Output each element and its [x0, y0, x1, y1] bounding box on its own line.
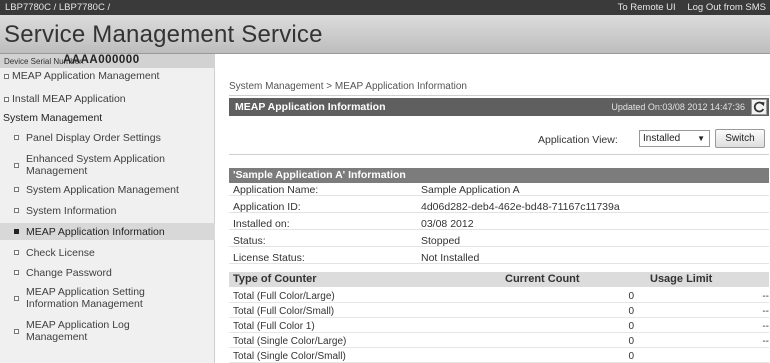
column-header-type: Type of Counter	[233, 273, 317, 285]
sidebar-item-label: System Information	[26, 205, 117, 217]
bullet-icon	[4, 97, 9, 102]
bullet-icon	[14, 135, 19, 140]
counter-name: Total (Single Color/Large)	[233, 336, 347, 347]
counter-count: 0	[628, 306, 634, 317]
main-content: System Management > MEAP Application Inf…	[215, 68, 770, 363]
sidebar-item-meap-app-information[interactable]: MEAP Application Information	[0, 223, 215, 240]
title-band: Service Management Service	[0, 15, 770, 54]
switch-button[interactable]: Switch	[715, 129, 765, 148]
serial-bar: Device Serial Number: AAAA000000	[0, 54, 215, 68]
info-value: 4d06d282-deb4-462e-bd48-71167c11739a	[421, 201, 620, 213]
top-bar: LBP7780C / LBP7780C / To Remote UI Log O…	[0, 0, 770, 15]
sidebar-item-label: Enhanced System Application Management	[26, 153, 165, 177]
bullet-icon	[14, 329, 19, 334]
counter-name: Total (Full Color/Large)	[233, 291, 335, 302]
sidebar-item-system-information[interactable]: System Information	[0, 204, 215, 218]
info-value: Sample Application A	[421, 184, 520, 196]
device-path: LBP7780C / LBP7780C /	[5, 2, 111, 13]
sidebar-item-label: MEAP Application Management	[12, 70, 160, 82]
info-header: 'Sample Application A' Information	[229, 168, 769, 183]
bullet-icon	[4, 74, 9, 79]
sidebar-item-label: Change Password	[26, 267, 112, 279]
sidebar-item-panel-display[interactable]: Panel Display Order Settings	[0, 131, 215, 145]
bullet-icon	[14, 250, 19, 255]
bullet-icon	[14, 208, 19, 213]
info-title: 'Sample Application A' Information	[233, 169, 406, 181]
updated-timestamp: Updated On:03/08 2012 14:47:36	[611, 102, 745, 112]
sidebar-item-check-license[interactable]: Check License	[0, 246, 215, 260]
sidebar-item-enhanced-system-app[interactable]: Enhanced System Application Management	[0, 152, 215, 178]
bullet-icon	[14, 187, 19, 192]
section-title: MEAP Application Information	[235, 101, 386, 113]
info-row: License Status: Not Installed	[229, 252, 769, 264]
sidebar-item-label: Check License	[26, 247, 95, 259]
counter-table-header: Type of Counter Current Count Usage Limi…	[229, 272, 769, 287]
sidebar-item-system-app-management[interactable]: System Application Management	[0, 183, 215, 197]
counter-limit: --	[762, 321, 769, 332]
sidebar-item-label: MEAP Application Setting Information Man…	[26, 286, 145, 310]
sidebar-section-system-management: System Management	[3, 112, 103, 124]
counter-count: 0	[628, 321, 634, 332]
application-view-label: Application View:	[538, 134, 618, 146]
counter-name: Total (Single Color/Small)	[233, 351, 346, 362]
counter-count: 0	[628, 291, 634, 302]
column-header-limit: Usage Limit	[650, 273, 713, 285]
sidebar-item-label: System Application Management	[26, 184, 179, 196]
counter-limit: --	[762, 336, 769, 347]
counter-limit: --	[762, 291, 769, 302]
counter-count: 0	[628, 336, 634, 347]
sidebar-item-label: MEAP Application Information	[26, 226, 165, 238]
counter-name: Total (Full Color/Small)	[233, 306, 335, 317]
info-row: Status: Stopped	[229, 235, 769, 247]
info-key: Application ID:	[233, 201, 301, 213]
application-view-value: Installed	[643, 133, 681, 144]
section-header: MEAP Application Information Updated On:…	[229, 98, 769, 116]
counter-row: Total (Single Color/Large) 0 --	[229, 335, 769, 348]
sidebar-item-install-meap[interactable]: Install MEAP Application	[0, 93, 215, 106]
counter-row: Total (Single Color/Small) 0	[229, 350, 769, 363]
application-view-bar: Application View: Installed ▼ Switch	[229, 123, 769, 155]
bullet-icon	[14, 270, 19, 275]
serial-value: AAAA000000	[63, 54, 140, 66]
sidebar-item-label: Panel Display Order Settings	[26, 132, 161, 144]
bullet-icon	[14, 296, 19, 301]
counter-row: Total (Full Color/Large) 0 --	[229, 290, 769, 303]
info-key: Application Name:	[233, 184, 319, 196]
chevron-down-icon: ▼	[697, 134, 705, 143]
info-value: Stopped	[421, 235, 461, 247]
sidebar-item-change-password[interactable]: Change Password	[0, 266, 215, 280]
info-key: License Status:	[233, 252, 305, 264]
bullet-icon	[14, 229, 19, 234]
counter-row: Total (Full Color/Small) 0 --	[229, 305, 769, 318]
refresh-icon	[753, 101, 765, 113]
refresh-button[interactable]	[751, 99, 767, 115]
info-row: Application ID: 4d06d282-deb4-462e-bd48-…	[229, 201, 769, 213]
column-header-count: Current Count	[505, 273, 580, 285]
counter-count: 0	[628, 351, 634, 362]
info-key: Status:	[233, 235, 266, 247]
breadcrumb-divider	[229, 95, 770, 96]
counter-limit: --	[762, 306, 769, 317]
info-row: Application Name: Sample Application A	[229, 184, 769, 196]
sidebar-item-meap-app-management[interactable]: MEAP Application Management	[0, 70, 215, 83]
info-value: Not Installed	[421, 252, 480, 264]
bullet-icon	[14, 163, 19, 168]
page-title: Service Management Service	[4, 21, 323, 48]
info-row: Installed on: 03/08 2012	[229, 218, 769, 230]
sidebar: MEAP Application Management Install MEAP…	[0, 68, 215, 363]
sidebar-item-meap-setting-info[interactable]: MEAP Application Setting Information Man…	[0, 285, 215, 311]
info-value: 03/08 2012	[421, 218, 474, 230]
to-remote-ui-link[interactable]: To Remote UI	[618, 2, 676, 13]
sidebar-item-label: Install MEAP Application	[12, 93, 126, 105]
counter-row: Total (Full Color 1) 0 --	[229, 320, 769, 333]
log-out-link[interactable]: Log Out from SMS	[687, 2, 766, 13]
breadcrumb: System Management > MEAP Application Inf…	[229, 81, 467, 92]
sidebar-item-meap-log-management[interactable]: MEAP Application Log Management	[0, 318, 215, 344]
top-links: To Remote UI Log Out from SMS	[609, 2, 766, 13]
info-key: Installed on:	[233, 218, 290, 230]
counter-name: Total (Full Color 1)	[233, 321, 315, 332]
application-view-select[interactable]: Installed ▼	[639, 130, 710, 147]
sidebar-item-label: MEAP Application Log Management	[26, 319, 130, 343]
